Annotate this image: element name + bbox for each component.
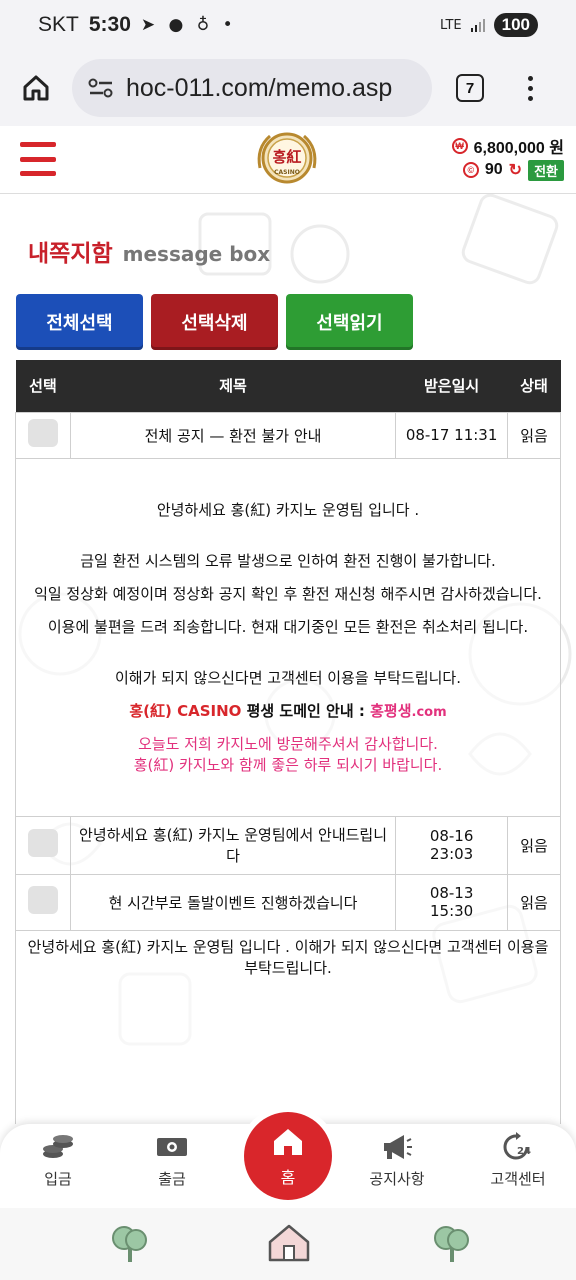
nav-support[interactable]: 24 고객센터 [478, 1132, 558, 1189]
svg-text:24: 24 [517, 1146, 531, 1157]
balance-panel: ₩ 6,800,000 원 © 90 ↻ 전환 [451, 134, 564, 182]
delete-selected-button[interactable]: 선택삭제 [151, 294, 278, 350]
message-title[interactable]: 현 시간부로 돌발이벤트 진행하겠습니다 [69, 873, 397, 931]
read-selected-button[interactable]: 선택읽기 [286, 294, 413, 350]
url-field[interactable]: hoc-011.com/memo.asp [72, 59, 432, 117]
select-all-button[interactable]: 전체선택 [16, 294, 143, 350]
nav-home[interactable]: 홈 [244, 1112, 332, 1200]
row-checkbox[interactable] [27, 829, 58, 857]
message-status: 읽음 [507, 873, 561, 931]
message-body: 안녕하세요 홍(紅) 카지노 운영팀 입니다 . 금일 환전 시스템의 오류 발… [15, 457, 561, 817]
nav-support-label: 고객센터 [490, 1170, 546, 1188]
closing-line-2: 홍(紅) 카지노와 함께 좋은 하루 되시기 바랍니다. [133, 756, 443, 775]
body-line: 익일 정상화 예정이며 정상화 공지 확인 후 환전 재신청 해주시면 감사하겠… [34, 584, 542, 603]
closing-line-1: 오늘도 저희 카지노에 방문해주셔서 감사합니다. [138, 735, 438, 754]
home-icon [23, 75, 49, 101]
message-title[interactable]: 안녕하세요 홍(紅) 카지노 운영팀에서 안내드립니다 [69, 815, 397, 875]
system-navigation-bar [0, 1208, 576, 1280]
money-balance: 6,800,000 원 [473, 140, 564, 157]
site-settings-icon[interactable] [88, 77, 114, 99]
message-title[interactable]: 전체 공지 — 환전 불가 안내 [69, 411, 397, 459]
nav-notice[interactable]: 공지사항 [357, 1132, 437, 1189]
domain-label: 평생 도메인 안내 : [241, 701, 371, 720]
message-date: 08-16 23:03 [395, 815, 509, 875]
tree-icon[interactable] [108, 1220, 152, 1264]
body-text: 안녕하세요 홍(紅) 카지노 운영팀 입니다 . 이해가 되지 않으신다면 고객… [27, 937, 549, 977]
point-coin-icon: © [462, 162, 479, 178]
table-row[interactable]: 안녕하세요 홍(紅) 카지노 운영팀에서 안내드립니다 08-16 23:03 … [15, 815, 561, 875]
message-body-row: 안녕하세요 홍(紅) 카지노 운영팀 입니다 . 금일 환전 시스템의 오류 발… [15, 457, 561, 817]
row-checkbox[interactable] [27, 419, 58, 447]
row-checkbox[interactable] [27, 886, 58, 914]
point-balance: 90 [484, 161, 503, 178]
message-box-section: 내쪽지함 message box 전체선택 선택삭제 선택읽기 선택 제목 받은… [0, 194, 576, 1124]
refresh-icon[interactable]: ↻ [509, 160, 522, 180]
page-title-korean: 내쪽지함 [28, 241, 113, 267]
svg-text:홍紅: 홍紅 [273, 148, 302, 166]
network-label: LTE [440, 17, 462, 33]
message-status: 읽음 [507, 411, 561, 459]
action-bar: 전체선택 선택삭제 선택읽기 [16, 294, 413, 350]
convert-button[interactable]: 전환 [528, 159, 564, 181]
body-line: 이해가 되지 않으신다면 고객센터 이용을 부탁드립니다. [114, 668, 461, 687]
browser-toolbar: hoc-011.com/memo.asp 7 [0, 50, 576, 126]
coins-icon [43, 1135, 73, 1158]
column-header-title: 제목 [70, 360, 396, 412]
house-icon[interactable] [266, 1222, 312, 1264]
nav-withdraw-label: 출금 [158, 1170, 186, 1188]
svg-text:CASINO: CASINO [274, 169, 300, 176]
nav-deposit[interactable]: 입금 [18, 1132, 98, 1189]
home-icon [274, 1129, 302, 1155]
support-24-icon: 24 [503, 1132, 531, 1160]
body-greeting: 안녕하세요 홍(紅) 카지노 운영팀 입니다 . [156, 500, 420, 519]
url-text: hoc-011.com/memo.asp [126, 73, 393, 102]
closing-line: 오늘도 저희 카지노에 방문해주셔서 감사합니다. 홍(紅) 카지노와 함께 좋… [24, 734, 552, 776]
site-header: 홍紅 CASINO ₩ 6,800,000 원 © 90 ↻ 전환 [0, 126, 576, 194]
table-row[interactable]: 현 시간부로 돌발이벤트 진행하겠습니다 08-13 15:30 읽음 [15, 873, 561, 931]
won-coin-icon: ₩ [451, 138, 468, 154]
page-title-english: message box [122, 242, 271, 266]
casino-logo[interactable]: 홍紅 CASINO [252, 128, 322, 192]
message-body: 안녕하세요 홍(紅) 카지노 운영팀 입니다 . 이해가 되지 않으신다면 고객… [15, 929, 561, 1124]
message-status: 읽음 [507, 815, 561, 875]
hamburger-menu-icon[interactable] [20, 142, 56, 176]
signal-icon [470, 19, 485, 32]
nav-deposit-label: 입금 [44, 1170, 72, 1188]
body-line: 금일 환전 시스템의 오류 발생으로 인하여 환전 진행이 불가합니다. [80, 551, 496, 570]
page-title: 내쪽지함 message box [28, 234, 270, 268]
table-header-row: 선택 제목 받은일시 상태 [15, 360, 561, 412]
megaphone-icon [384, 1135, 412, 1159]
nav-notice-label: 공지사항 [369, 1170, 425, 1188]
domain-tld[interactable]: .com [412, 705, 447, 720]
domain-name[interactable]: 홍평생 [370, 702, 411, 720]
message-body-row: 안녕하세요 홍(紅) 카지노 운영팀 입니다 . 이해가 되지 않으신다면 고객… [15, 929, 561, 1124]
notification-icons: ➤ ● ♁ • [140, 15, 237, 35]
browser-home-button[interactable] [0, 73, 72, 103]
domain-brand: 홍(紅) CASINO [129, 701, 242, 720]
tree-icon[interactable] [430, 1220, 474, 1264]
tab-switcher-button[interactable]: 7 [456, 74, 484, 102]
domain-notice: 홍(紅) CASINO 평생 도메인 안내 : 홍평생.com [24, 701, 552, 722]
nav-withdraw[interactable]: 출금 [132, 1132, 212, 1189]
message-date: 08-17 11:31 [395, 411, 509, 459]
battery-level: 100 [493, 13, 538, 37]
body-line: 이용에 불편을 드려 죄송합니다. 현재 대기중인 모든 환전은 취소처리 됩니… [47, 617, 529, 636]
column-header-status: 상태 [507, 360, 561, 412]
cash-icon [157, 1138, 187, 1156]
browser-menu-button[interactable] [528, 75, 533, 101]
message-table: 선택 제목 받은일시 상태 전체 공지 — 환전 불가 안내 08-17 11:… [15, 360, 561, 1124]
column-header-received: 받은일시 [395, 360, 508, 412]
nav-home-label: 홈 [280, 1168, 296, 1187]
clock: 5:30 [88, 13, 131, 36]
carrier-label: SKT [38, 13, 79, 36]
bottom-navigation: 입금 출금 홈 공지사항 24 고객센터 [0, 1112, 576, 1208]
column-header-select: 선택 [15, 360, 71, 412]
status-bar: SKT 5:30 ➤ ● ♁ • LTE 100 [0, 0, 576, 50]
message-date: 08-13 15:30 [395, 873, 509, 931]
table-row[interactable]: 전체 공지 — 환전 불가 안내 08-17 11:31 읽음 [15, 411, 561, 459]
